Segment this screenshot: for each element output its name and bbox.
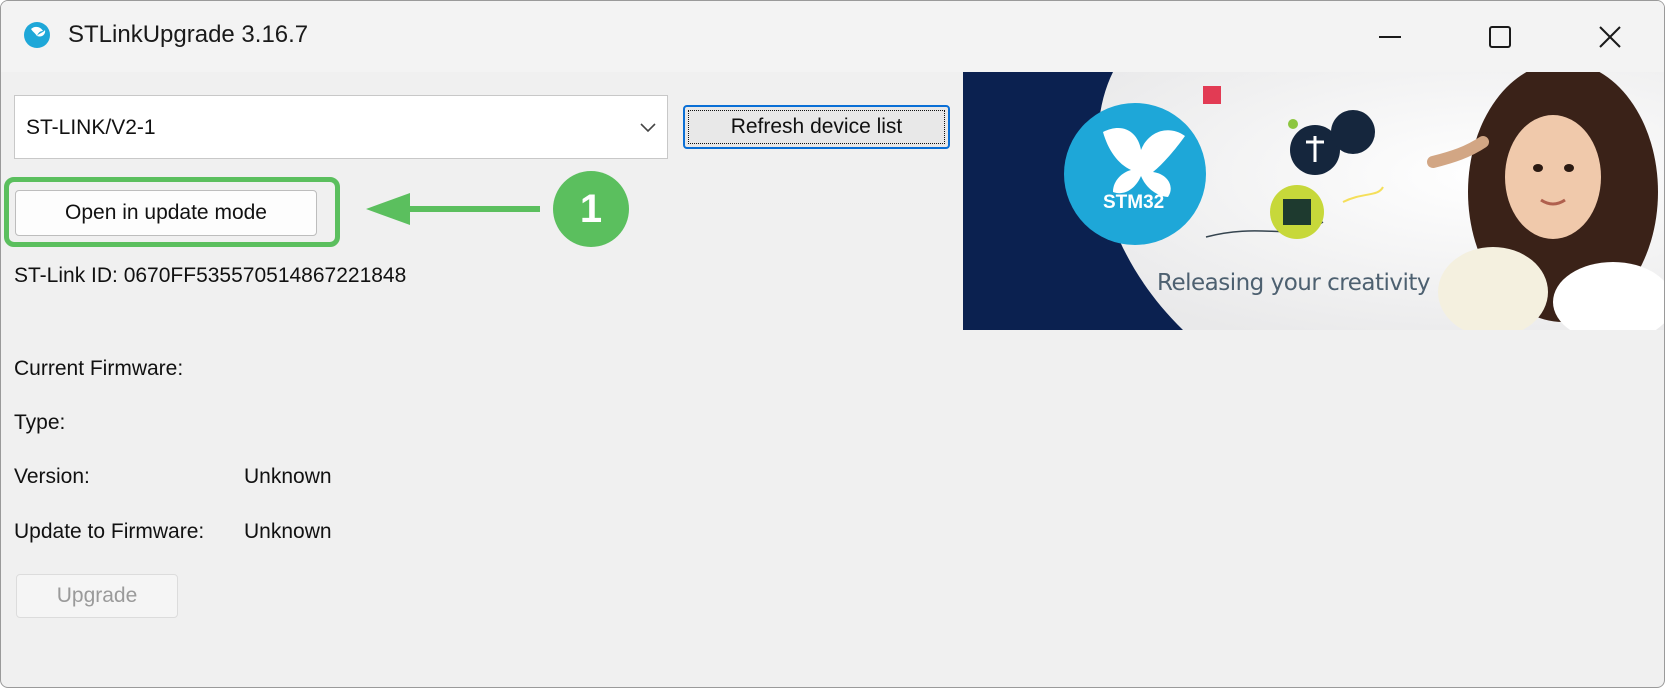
update-to-firmware-label: Update to Firmware: <box>14 520 205 543</box>
banner-tagline: Releasing your creativity <box>1157 270 1431 296</box>
open-in-update-mode-button[interactable]: Open in update mode <box>15 190 317 236</box>
annotation-arrow-icon <box>366 193 540 225</box>
promo-banner: STM32 Releasing your creativity <box>963 72 1664 330</box>
current-firmware-label: Current Firmware: <box>14 357 184 380</box>
window-title: STLinkUpgrade 3.16.7 <box>68 21 309 48</box>
stlink-id-text: ST-Link ID: 0670FF535570514867221848 <box>14 264 407 287</box>
close-button[interactable] <box>1555 1 1664 72</box>
chevron-down-icon <box>640 123 656 133</box>
version-label: Version: <box>14 465 90 488</box>
refresh-device-list-button[interactable]: Refresh device list <box>683 105 950 149</box>
version-value: Unknown <box>244 465 332 488</box>
device-dropdown-value: ST-LINK/V2-1 <box>26 116 156 139</box>
update-to-firmware-value: Unknown <box>244 520 332 543</box>
close-icon <box>1599 25 1621 48</box>
maximize-icon <box>1489 25 1511 48</box>
type-label: Type: <box>14 411 66 434</box>
title-bar[interactable]: STLinkUpgrade 3.16.7 <box>1 1 1664 72</box>
device-dropdown[interactable]: ST-LINK/V2-1 <box>14 95 668 159</box>
maximize-button[interactable] <box>1445 1 1555 72</box>
banner-logo-text: STM32 <box>1103 192 1165 213</box>
minimize-icon <box>1379 35 1401 38</box>
upgrade-button[interactable]: Upgrade <box>16 574 178 618</box>
app-window: STLinkUpgrade 3.16.7 ST-LINK/V2-1 Refres… <box>0 0 1665 688</box>
refresh-device-list-label: Refresh device list <box>688 110 945 144</box>
annotation-step-badge: 1 <box>553 171 629 247</box>
minimize-button[interactable] <box>1335 1 1445 72</box>
app-logo-icon <box>24 22 50 48</box>
